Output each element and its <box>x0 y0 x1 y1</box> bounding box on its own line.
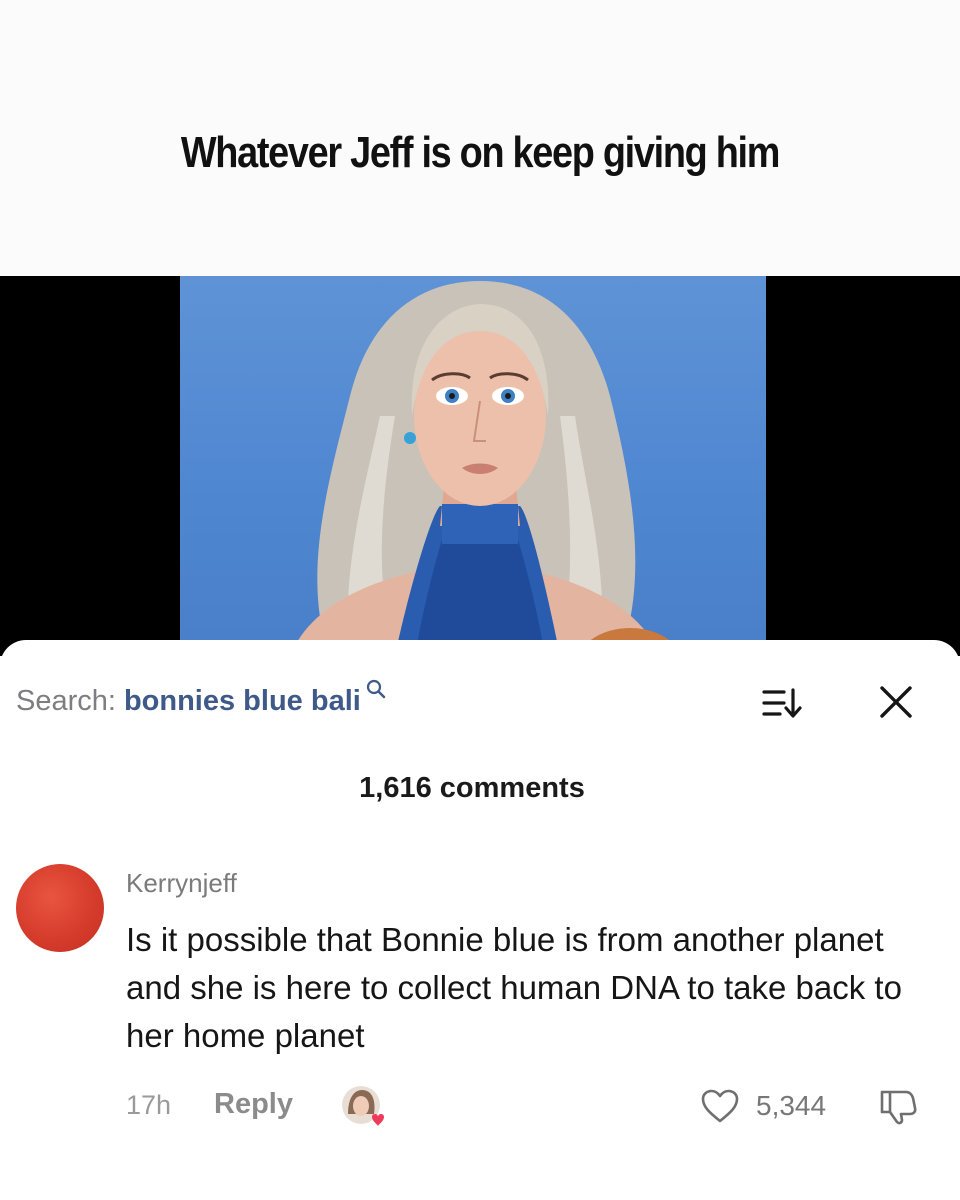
comment-search[interactable]: Search: bonnies blue bali <box>16 676 387 726</box>
comment-text: Is it possible that Bonnie blue is from … <box>126 921 902 1054</box>
comment-username[interactable]: Kerrynjeff <box>126 868 237 899</box>
caption-area: Whatever Jeff is on keep giving him <box>0 0 960 276</box>
creator-liked-avatar <box>340 1084 386 1130</box>
dislike-icon[interactable] <box>876 1086 920 1131</box>
heart-icon[interactable] <box>700 1088 740 1129</box>
comment-timestamp: 17h <box>126 1090 172 1120</box>
reply-button[interactable]: Reply <box>214 1088 293 1121</box>
search-prefix: Search: <box>16 684 116 717</box>
comment-count: 1,616 comments <box>359 772 585 804</box>
sort-icon[interactable] <box>760 684 804 727</box>
avatar[interactable] <box>16 864 104 952</box>
video-caption: Whatever Jeff is on keep giving him <box>180 128 781 177</box>
video-player[interactable] <box>0 276 960 656</box>
close-icon[interactable] <box>876 682 916 727</box>
search-icon <box>365 675 387 708</box>
video-frame-image <box>180 276 766 656</box>
like-count: 5,344 <box>756 1090 827 1121</box>
search-query-link[interactable]: bonnies blue bali <box>124 685 361 718</box>
